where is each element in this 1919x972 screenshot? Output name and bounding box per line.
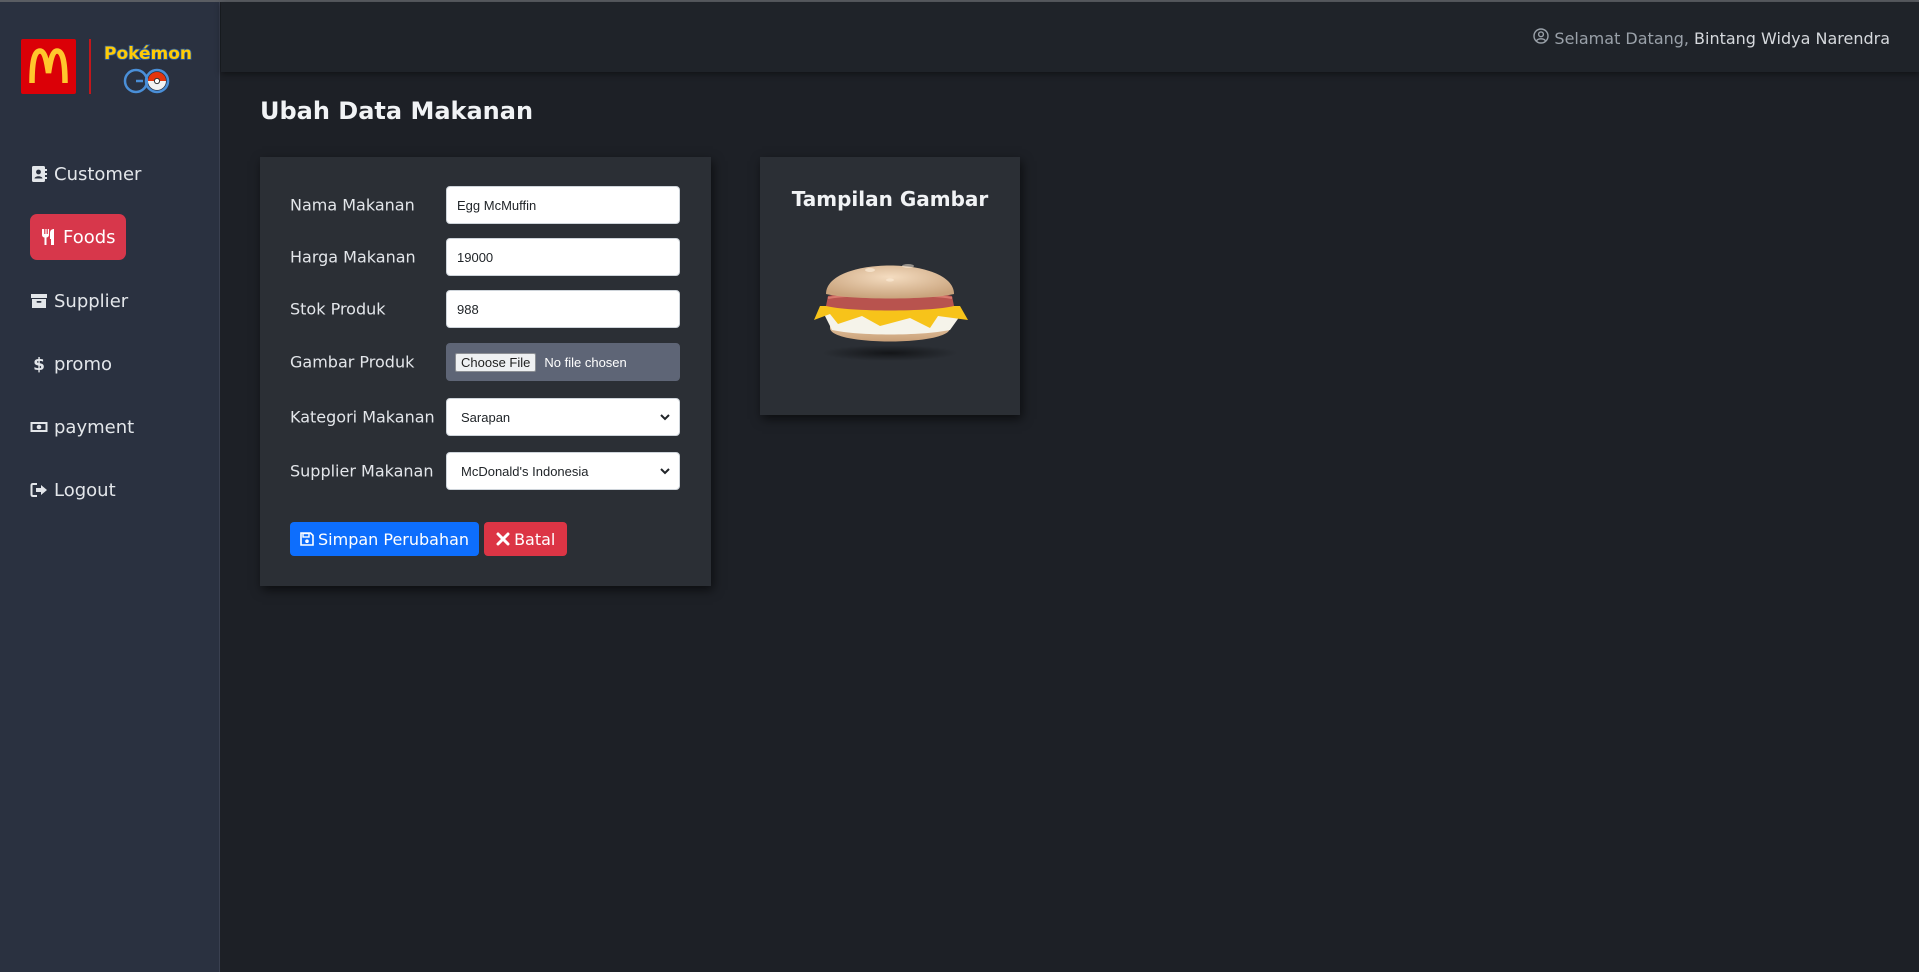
save-icon <box>300 532 314 546</box>
kategori-makanan-label: Kategori Makanan <box>290 407 435 427</box>
supplier-makanan-select[interactable]: McDonald's Indonesia <box>446 452 680 490</box>
sidebar-item-label: Supplier <box>54 290 129 312</box>
cancel-button-label: Batal <box>514 529 556 549</box>
choose-file-button[interactable]: Choose File <box>455 352 537 372</box>
form-row-nama: Nama Makanan <box>290 186 680 224</box>
harga-makanan-input[interactable] <box>446 238 680 276</box>
mcdonalds-logo[interactable] <box>21 39 76 94</box>
image-preview-title: Tampilan Gambar <box>791 187 989 211</box>
supplier-makanan-label: Supplier Makanan <box>290 461 434 481</box>
welcome-prefix: Selamat Datang, <box>1554 28 1690 48</box>
supplier-selected-value: McDonald's Indonesia <box>461 463 589 479</box>
sidebar-item-customer[interactable]: Customer <box>30 152 141 196</box>
edit-food-form: Nama Makanan Harga Makanan Stok Produk G… <box>260 157 711 586</box>
form-row-harga: Harga Makanan <box>290 238 680 276</box>
file-status: No file chosen <box>544 354 627 370</box>
welcome-message: Selamat Datang, Bintang Widya Narendra <box>1533 28 1890 48</box>
sidebar-item-foods[interactable]: Foods <box>30 214 126 260</box>
form-row-gambar: Gambar Produk Choose File No file chosen <box>290 343 680 381</box>
kategori-makanan-select[interactable]: Sarapan <box>446 398 680 436</box>
form-actions: Simpan Perubahan Batal <box>290 522 568 556</box>
sidebar: Pokémon GO Customer <box>0 2 220 972</box>
harga-makanan-label: Harga Makanan <box>290 247 416 267</box>
sidebar-item-supplier[interactable]: Supplier <box>30 279 128 323</box>
sidebar-item-logout[interactable]: Logout <box>30 468 116 512</box>
nama-makanan-label: Nama Makanan <box>290 195 415 215</box>
money-icon <box>30 418 48 436</box>
sidebar-item-label: Foods <box>63 226 116 248</box>
gambar-produk-label: Gambar Produk <box>290 352 415 372</box>
brand-divider <box>89 39 91 94</box>
utensils-icon <box>39 228 57 246</box>
food-image <box>810 236 970 366</box>
app-window: Pokémon GO Customer <box>0 0 1919 972</box>
chevron-down-icon <box>660 468 670 475</box>
dollar-icon: $ <box>30 355 48 373</box>
archive-icon <box>30 292 48 310</box>
sign-out-icon <box>30 481 48 499</box>
kategori-selected-value: Sarapan <box>461 409 511 425</box>
brand: Pokémon GO <box>21 39 193 97</box>
stok-produk-input[interactable] <box>446 290 680 328</box>
form-row-stok: Stok Produk <box>290 290 680 328</box>
nama-makanan-field[interactable] <box>457 187 669 223</box>
svg-text:GO: GO <box>148 93 149 94</box>
stok-produk-label: Stok Produk <box>290 299 386 319</box>
sidebar-item-label: promo <box>54 353 112 375</box>
chevron-down-icon <box>660 414 670 421</box>
address-book-icon <box>30 165 48 183</box>
page-title: Ubah Data Makanan <box>260 97 534 125</box>
cancel-button[interactable]: Batal <box>484 522 568 556</box>
sidebar-item-label: Logout <box>54 479 116 501</box>
top-header: Selamat Datang, Bintang Widya Narendra <box>221 2 1919 72</box>
stok-produk-field[interactable] <box>457 291 669 327</box>
form-row-supplier: Supplier Makanan McDonald's Indonesia <box>290 452 680 490</box>
svg-text:$: $ <box>33 355 45 373</box>
user-name[interactable]: Bintang Widya Narendra <box>1694 29 1890 48</box>
close-icon <box>496 532 510 546</box>
image-preview-card: Tampilan Gambar <box>760 157 1020 415</box>
sidebar-item-promo[interactable]: $ promo <box>30 342 112 386</box>
save-button[interactable]: Simpan Perubahan <box>290 522 480 556</box>
nama-makanan-input[interactable] <box>446 186 680 224</box>
harga-makanan-field[interactable] <box>457 239 669 275</box>
form-row-kategori: Kategori Makanan Sarapan <box>290 398 680 436</box>
save-button-label: Simpan Perubahan <box>318 529 470 549</box>
pokemon-go-logo[interactable]: Pokémon GO <box>103 39 193 97</box>
user-circle-icon <box>1533 28 1550 48</box>
svg-text:Pokémon: Pokémon <box>104 44 192 64</box>
sidebar-item-label: payment <box>54 416 135 438</box>
sidebar-item-label: Customer <box>54 163 142 185</box>
gambar-produk-file-input[interactable]: Choose File No file chosen <box>446 343 680 381</box>
sidebar-item-payment[interactable]: payment <box>30 405 134 449</box>
